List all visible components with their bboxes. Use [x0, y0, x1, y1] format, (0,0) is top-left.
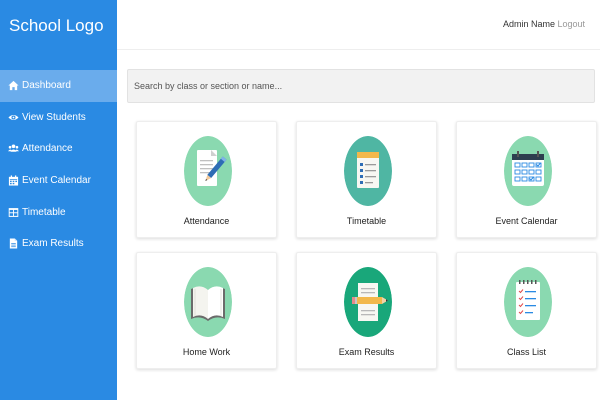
card-exam-results[interactable]: Exam Results: [296, 252, 437, 369]
app: School Logo Dashboard View Students Atte…: [0, 0, 600, 400]
document-pencil-icon: [184, 136, 232, 206]
card-attendance[interactable]: Attendance: [136, 121, 277, 238]
sidebar-item-timetable[interactable]: Timetable: [0, 196, 117, 228]
search-bar: [127, 69, 595, 103]
card-event-calendar[interactable]: Event Calendar: [456, 121, 597, 238]
calendar-icon: [8, 175, 19, 186]
admin-name[interactable]: Admin Name: [503, 19, 555, 29]
card-label: Attendance: [183, 216, 230, 226]
logout-link[interactable]: Logout: [557, 19, 585, 29]
sidebar: School Logo Dashboard View Students Atte…: [0, 0, 117, 400]
users-icon: [8, 143, 19, 154]
sidebar-item-label: Exam Results: [22, 238, 84, 250]
open-book-icon: [184, 267, 232, 337]
card-label: Home Work: [182, 347, 231, 357]
sidebar-item-dashboard[interactable]: Dashboard: [0, 70, 117, 102]
home-icon: [8, 80, 19, 91]
sidebar-item-label: Dashboard: [22, 80, 71, 92]
file-icon: [8, 238, 19, 249]
card-label: Timetable: [346, 216, 387, 226]
sidebar-item-label: Timetable: [22, 206, 66, 218]
card-label: Exam Results: [338, 347, 395, 357]
search-input[interactable]: [128, 70, 594, 102]
card-timetable[interactable]: Timetable: [296, 121, 437, 238]
sidebar-item-label: View Students: [22, 111, 86, 123]
sidebar-item-attendance[interactable]: Attendance: [0, 133, 117, 165]
card-class-list[interactable]: Class List: [456, 252, 597, 369]
school-logo[interactable]: School Logo: [0, 0, 117, 52]
notepad-checklist-icon: [504, 267, 552, 337]
sidebar-item-event-calendar[interactable]: Event Calendar: [0, 165, 117, 197]
top-bar: Admin Name Logout: [117, 0, 600, 50]
exam-pencil-icon: [344, 267, 392, 337]
card-label: Event Calendar: [495, 216, 558, 226]
calendar-icon: [504, 136, 552, 206]
table-icon: [8, 207, 19, 218]
sidebar-nav: Dashboard View Students Attendance Event…: [0, 70, 117, 260]
card-home-work[interactable]: Home Work: [136, 252, 277, 369]
eye-icon: [8, 112, 19, 123]
sidebar-item-exam-results[interactable]: Exam Results: [0, 228, 117, 260]
checklist-icon: [344, 136, 392, 206]
sidebar-item-label: Attendance: [22, 143, 73, 155]
sidebar-item-view-students[interactable]: View Students: [0, 102, 117, 134]
sidebar-item-label: Event Calendar: [22, 175, 91, 187]
card-label: Class List: [506, 347, 546, 357]
